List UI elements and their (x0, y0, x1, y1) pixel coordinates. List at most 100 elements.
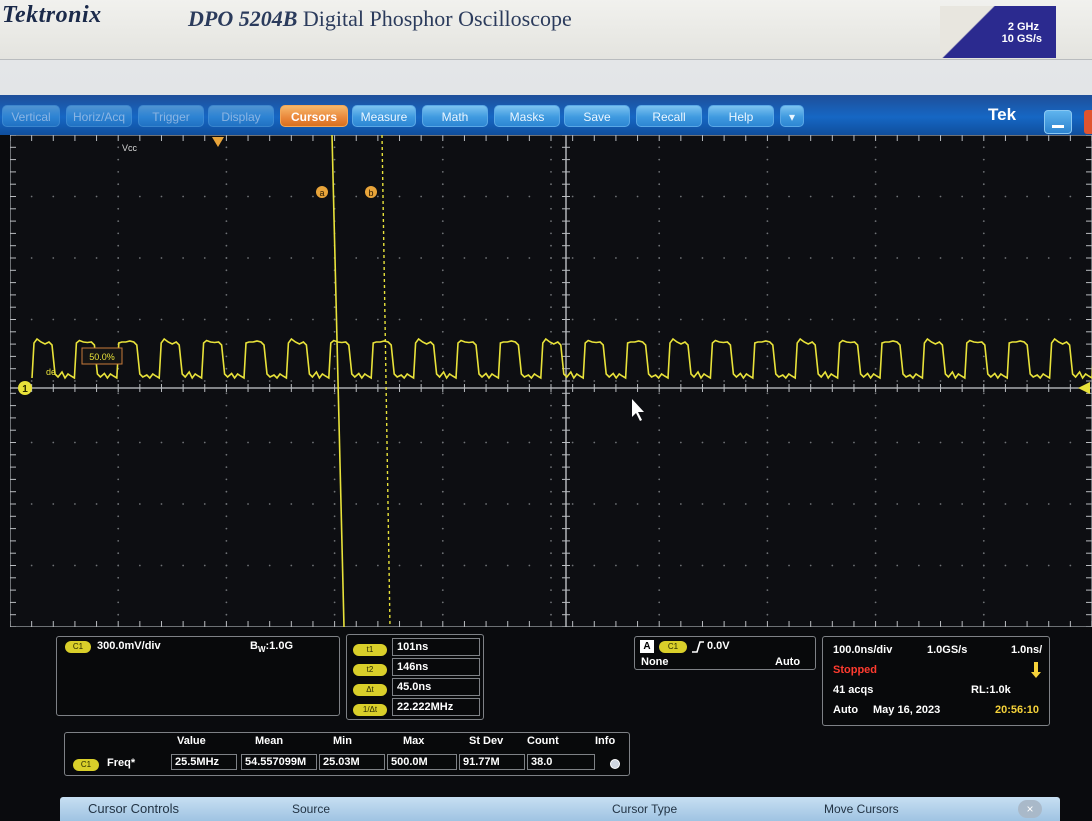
menu-measure[interactable]: Measure (352, 105, 416, 127)
grid-dot (333, 158, 336, 161)
grid-dot (788, 380, 790, 382)
grid-dot (117, 392, 120, 395)
grid-dot (874, 540, 877, 542)
grid-dot (117, 257, 120, 259)
grid-dot (441, 453, 444, 456)
move-cursors-label[interactable]: Move Cursors (824, 802, 899, 816)
grid-dot (182, 318, 185, 321)
menu-trigger[interactable]: Trigger (138, 105, 204, 127)
grid-dot (766, 269, 769, 272)
grid-dot (441, 527, 444, 530)
grid-dot (225, 207, 228, 210)
grid-dot (1026, 441, 1028, 444)
grid-dot (74, 380, 76, 382)
grid-dot (982, 318, 985, 321)
grid-dot (1047, 380, 1050, 382)
menu-vertical[interactable]: Vertical (2, 105, 60, 127)
grid-dot (874, 232, 877, 235)
grid-dot (441, 306, 444, 309)
grid-dot (485, 257, 487, 259)
grid-dot (441, 257, 444, 259)
grid-dot (182, 564, 185, 567)
grid-dot (766, 220, 769, 222)
menu-bar: Vertical Horiz/Acq Trigger Display Curso… (0, 95, 1092, 135)
channel-panel[interactable]: C1 300.0mV/div BW:1.0G (56, 636, 340, 716)
grid-dot (333, 490, 336, 493)
grid-dot (1069, 441, 1072, 444)
waveform-display[interactable]: a b Vcc 50.0% de 1 (10, 135, 1092, 627)
menu-overflow-down-arrow-icon[interactable]: ▾ (780, 105, 804, 127)
grid-dot (463, 441, 466, 444)
grid-dot (939, 318, 942, 321)
menu-masks[interactable]: Masks (494, 105, 560, 127)
grid-dot (506, 564, 509, 567)
grid-dot (917, 503, 920, 505)
grid-dot (463, 257, 466, 259)
grid-dot (117, 269, 120, 272)
grid-dot (550, 367, 552, 370)
grid-dot (550, 515, 552, 518)
menu-save[interactable]: Save (564, 105, 630, 127)
measurement-panel[interactable]: Value Mean Min Max St Dev Count Info C1 Freq* … (64, 732, 630, 776)
grid-dot (788, 564, 790, 567)
grid-dot (658, 564, 661, 567)
grid-dot (550, 294, 552, 296)
measurement-name: Freq* (107, 757, 136, 769)
grid-dot (225, 380, 228, 382)
grid-dot (225, 244, 228, 247)
grid-dot (679, 195, 682, 198)
grid-dot (225, 367, 228, 370)
menu-recall[interactable]: Recall (636, 105, 702, 127)
grid-dot (355, 503, 358, 505)
window-close-button[interactable] (1084, 110, 1092, 134)
grid-dot (52, 195, 55, 198)
grid-dot (701, 257, 704, 259)
grid-dot (95, 564, 98, 567)
grid-dot (138, 318, 141, 321)
grid-dot (550, 183, 552, 186)
grid-dot (376, 441, 379, 444)
grid-dot (593, 257, 596, 259)
grid-dot (333, 576, 336, 579)
grid-dot (485, 441, 487, 444)
grid-dot (1047, 257, 1050, 259)
grid-dot (203, 257, 206, 259)
grid-dot (874, 613, 877, 616)
info-icon[interactable] (610, 759, 620, 769)
grid-dot (766, 257, 769, 259)
grid-dot (333, 589, 336, 591)
menu-display[interactable]: Display (208, 105, 274, 127)
measurement-header: Info (595, 735, 616, 747)
trigger-panel[interactable]: A C1 0.0V None Auto (634, 636, 816, 670)
measurement-cell: 54.557099M (241, 754, 317, 770)
grid-dot (95, 380, 98, 382)
menu-help[interactable]: Help (708, 105, 774, 127)
grid-dot (52, 318, 55, 321)
grid-dot (138, 257, 141, 259)
source-label[interactable]: Source (292, 802, 330, 816)
minimize-button[interactable] (1044, 110, 1072, 134)
grid-dot (679, 503, 682, 505)
grid-dot (1026, 380, 1028, 382)
grid-dot (766, 306, 769, 309)
grid-dot (312, 318, 314, 321)
grid-dot (441, 552, 444, 555)
menu-horiz-acq[interactable]: Horiz/Acq (66, 105, 132, 127)
grid-dot (441, 232, 444, 235)
close-icon[interactable]: × (1018, 800, 1042, 818)
grid-dot (95, 195, 98, 198)
grid-dot (1047, 441, 1050, 444)
grid-dot (874, 183, 877, 186)
cursor-readout-panel[interactable]: t1 101ns t2 146ns Δt 45.0ns 1/Δt 22.222M… (346, 634, 484, 720)
grid-dot (961, 318, 964, 321)
grid-dot (766, 589, 769, 591)
cursor-type-label[interactable]: Cursor Type (612, 802, 677, 816)
menu-math[interactable]: Math (422, 105, 488, 127)
menu-cursors[interactable]: Cursors (280, 105, 348, 127)
grid-dot (874, 269, 877, 272)
grid-dot (896, 380, 899, 382)
grid-dot (160, 257, 163, 259)
grid-dot (658, 220, 661, 222)
grid-dot (290, 503, 293, 505)
horizontal-panel[interactable]: 100.0ns/div 1.0GS/s 1.0ns/ Stopped 41 ac… (822, 636, 1050, 726)
